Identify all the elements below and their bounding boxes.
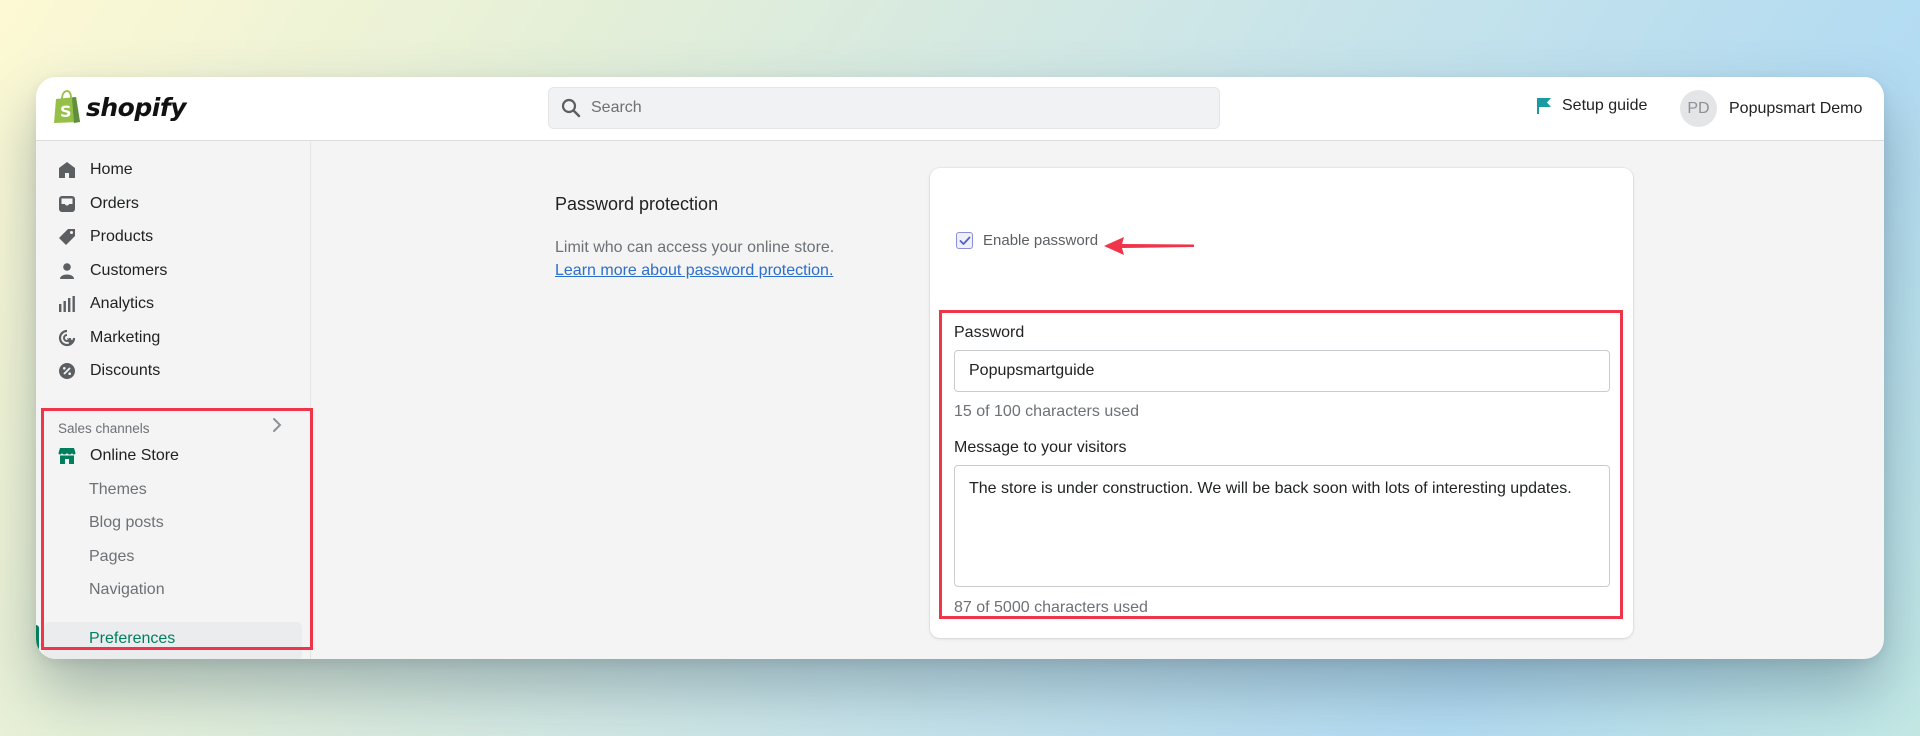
flag-icon [1537, 98, 1551, 114]
store-icon [58, 447, 76, 465]
chevron-right-icon[interactable] [272, 417, 282, 438]
sidebar-item-label: Online Store [90, 447, 179, 464]
password-card: Enable password Password 15 of 100 chara… [930, 168, 1633, 638]
search-placeholder: Search [591, 99, 642, 116]
sidebar-item-analytics[interactable]: Analytics [58, 290, 154, 318]
sidebar: Home Orders Products Customers Analytics [36, 142, 311, 659]
section-title: Password protection [555, 194, 719, 214]
sidebar-subitem-pages[interactable]: Pages [89, 548, 134, 566]
sidebar-subitem-navigation[interactable]: Navigation [89, 581, 165, 599]
enable-password-checkbox[interactable]: Enable password [956, 232, 1098, 249]
sales-channels-label: Sales channels [58, 421, 150, 436]
search-input[interactable]: Search [548, 87, 1220, 129]
home-icon [58, 161, 76, 179]
discount-icon [58, 362, 76, 380]
password-label: Password [954, 324, 1025, 341]
shopify-bag-icon: S [54, 90, 80, 123]
app-window: S shopify Search Setup guide PD Popupsma… [36, 77, 1884, 659]
orders-icon [58, 195, 76, 213]
sidebar-item-label: Home [90, 161, 133, 178]
annotation-arrow-icon [1104, 237, 1194, 255]
sidebar-subitem-label: Preferences [89, 630, 176, 647]
brand-name: shopify [86, 92, 187, 122]
learn-more-link[interactable]: Learn more about password protection. [555, 262, 833, 280]
search-icon [561, 98, 581, 118]
message-char-count: 87 of 5000 characters used [954, 599, 1148, 616]
sidebar-item-label: Marketing [90, 329, 161, 346]
setup-guide-label: Setup guide [1562, 97, 1648, 114]
password-char-count: 15 of 100 characters used [954, 403, 1140, 420]
user-name: Popupsmart Demo [1729, 99, 1863, 117]
sidebar-item-customers[interactable]: Customers [58, 257, 167, 285]
sidebar-item-label: Products [90, 228, 154, 245]
checkbox-checked-icon[interactable] [956, 232, 973, 249]
shopify-logo[interactable]: S shopify [52, 90, 187, 124]
sidebar-item-label: Discounts [90, 362, 161, 379]
sidebar-item-label: Analytics [90, 295, 155, 312]
sidebar-item-online-store[interactable]: Online Store [58, 442, 179, 470]
avatar: PD [1680, 90, 1717, 127]
svg-text:S: S [60, 102, 72, 121]
sidebar-item-marketing[interactable]: Marketing [58, 324, 160, 352]
bar-chart-icon [58, 295, 76, 313]
sidebar-subitem-preferences[interactable]: Preferences [44, 622, 302, 659]
sidebar-item-label: Orders [90, 195, 139, 212]
sidebar-item-products[interactable]: Products [58, 223, 153, 251]
sidebar-subitem-themes[interactable]: Themes [89, 481, 147, 499]
enable-password-label: Enable password [983, 232, 1099, 249]
person-icon [58, 262, 76, 280]
setup-guide-button[interactable]: Setup guide [1536, 97, 1647, 115]
section-description: Limit who can access your online store. [555, 239, 835, 256]
active-indicator [36, 625, 39, 655]
sidebar-subitem-blog-posts[interactable]: Blog posts [89, 514, 164, 532]
top-bar: S shopify Search Setup guide PD Popupsma… [36, 77, 1884, 141]
target-icon [58, 329, 76, 347]
tag-icon [58, 228, 76, 246]
sidebar-item-label: Customers [90, 262, 168, 279]
password-input[interactable] [954, 350, 1610, 392]
message-label: Message to your visitors [954, 439, 1127, 456]
message-textarea[interactable]: The store is under construction. We will… [954, 465, 1610, 587]
sidebar-item-orders[interactable]: Orders [58, 190, 139, 218]
sidebar-item-discounts[interactable]: Discounts [58, 357, 160, 385]
user-menu[interactable]: PD Popupsmart Demo [1680, 90, 1862, 127]
sidebar-item-home[interactable]: Home [58, 156, 133, 184]
